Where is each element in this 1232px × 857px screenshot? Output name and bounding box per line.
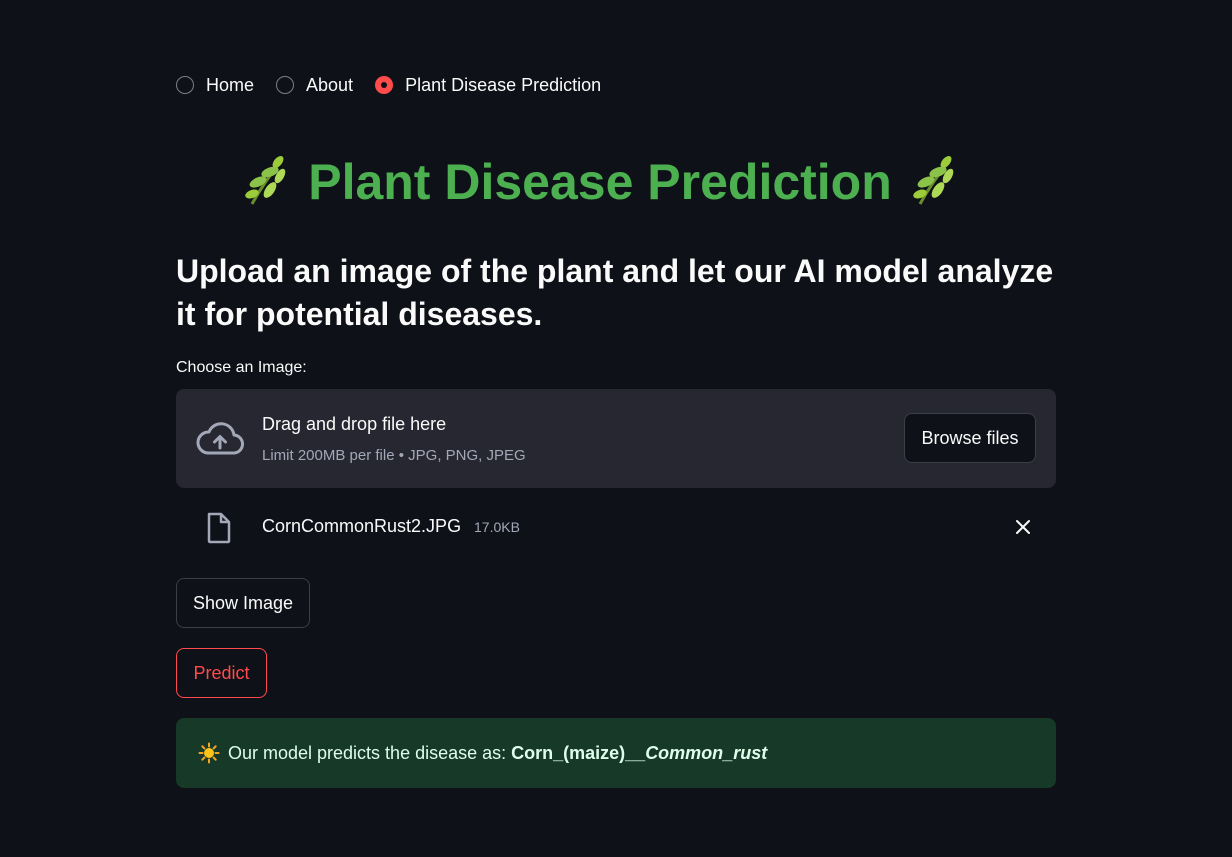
show-image-button[interactable]: Show Image [176,578,310,628]
file-dropzone[interactable]: Drag and drop file here Limit 200MB per … [176,389,1056,488]
dropzone-limit-text: Limit 200MB per file • JPG, PNG, JPEG [262,447,526,464]
prediction-success-alert: Our model predicts the disease as: Corn_… [176,718,1056,788]
uploader-label: Choose an Image: [176,359,307,376]
radio-option-plant-disease-prediction[interactable]: Plant Disease Prediction [375,75,601,96]
radio-option-home[interactable]: Home [176,75,254,96]
herb-icon [242,152,290,220]
uploaded-file-size: 17.0KB [474,519,520,535]
page-title-text: Plant Disease Prediction [308,154,892,211]
prediction-value-italic: Common_rust [645,742,768,763]
browse-files-button[interactable]: Browse files [904,413,1036,463]
radio-label-home: Home [206,74,255,95]
uploaded-file-row: CornCommonRust2.JPG 17.0KB [176,508,1056,548]
radio-option-about[interactable]: About [276,75,353,96]
herb-icon [910,152,958,220]
predict-button[interactable]: Predict [176,648,267,698]
radio-label-about: About [306,74,354,95]
radio-circle-selected-icon[interactable] [375,76,394,94]
sun-icon [198,742,220,764]
uploaded-file-name: CornCommonRust2.JPG [262,516,462,536]
file-icon [206,512,232,544]
radio-circle-unselected-icon[interactable] [276,76,295,94]
page-subtitle: Upload an image of the plant and let our… [176,253,1054,332]
cloud-upload-icon [196,421,244,457]
prediction-prefix-text: Our model predicts the disease as: [228,742,512,763]
radio-label-plant-disease-prediction: Plant Disease Prediction [405,74,602,95]
dropzone-title: Drag and drop file here [262,414,447,434]
close-icon[interactable] [1012,516,1034,538]
app-page: Home About Plant Disease Prediction Plan… [0,0,1232,857]
prediction-value-bold: Corn_(maize)__ [511,742,646,763]
page-title: Plant Disease Prediction [176,152,1024,220]
page-radio-nav: Home About Plant Disease Prediction [176,73,623,97]
radio-circle-unselected-icon[interactable] [176,76,194,94]
